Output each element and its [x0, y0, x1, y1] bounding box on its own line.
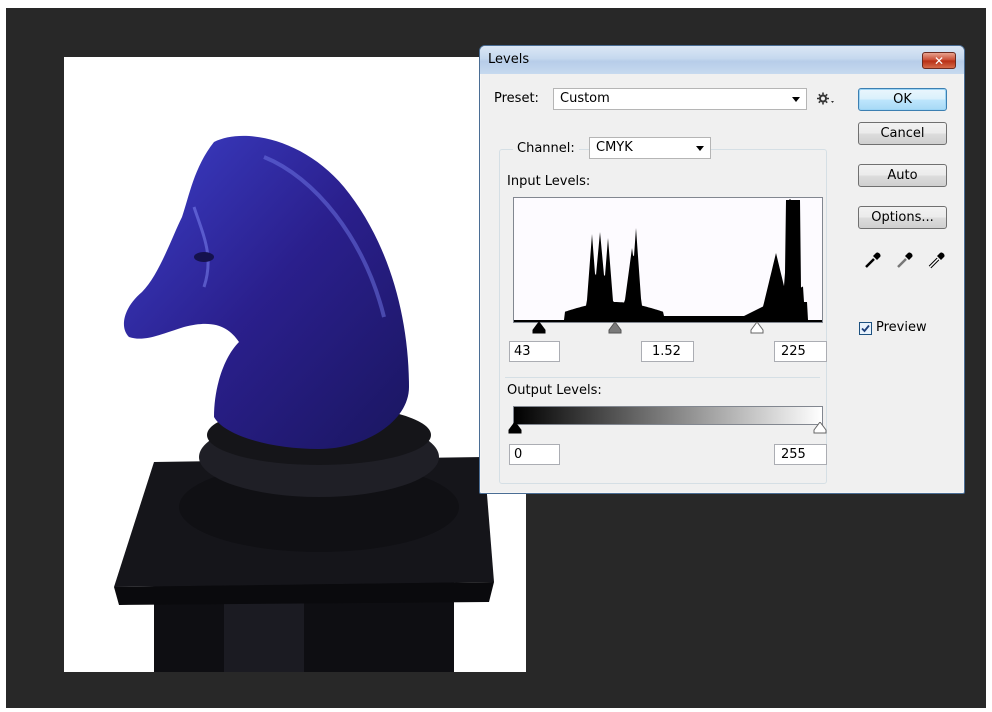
input-white-field[interactable]: 225	[774, 341, 827, 362]
output-black-value: 0	[514, 447, 523, 462]
checkmark-icon	[861, 324, 870, 333]
input-levels-label: Input Levels:	[507, 174, 591, 189]
input-black-slider[interactable]	[532, 322, 546, 334]
dropdown-arrow-icon	[792, 97, 800, 102]
dialog-body: Preset: Custom OK Cancel Auto Options...	[487, 75, 957, 486]
group-separator	[505, 377, 820, 378]
black-eyedropper-icon[interactable]	[863, 250, 883, 270]
auto-button[interactable]: Auto	[858, 164, 947, 187]
levels-dialog: Levels ✕ Preset: Custom OK Cancel Auto O…	[479, 45, 965, 494]
cancel-button[interactable]: Cancel	[858, 122, 947, 145]
close-button[interactable]: ✕	[922, 52, 956, 69]
knight-sculpture-photo	[114, 135, 494, 672]
output-levels-label: Output Levels:	[507, 383, 602, 398]
white-eyedropper-icon[interactable]	[927, 250, 947, 270]
input-gamma-field[interactable]: 1.52	[641, 341, 694, 362]
document-image[interactable]	[64, 57, 526, 672]
input-gamma-slider[interactable]	[608, 322, 622, 334]
output-black-field[interactable]: 0	[509, 444, 560, 465]
input-gamma-value: 1.52	[652, 344, 681, 359]
dialog-title: Levels	[488, 52, 530, 67]
title-bar[interactable]: Levels ✕	[480, 46, 964, 74]
preview-checkbox[interactable]	[859, 322, 872, 335]
histogram	[513, 197, 823, 323]
preset-value: Custom	[560, 91, 610, 106]
options-button[interactable]: Options...	[858, 206, 947, 229]
close-icon: ✕	[933, 54, 945, 68]
output-white-field[interactable]: 255	[774, 444, 827, 465]
channel-select[interactable]: CMYK	[589, 137, 711, 159]
histogram-graph	[514, 198, 822, 322]
preview-label: Preview	[876, 320, 927, 335]
preset-select[interactable]: Custom	[553, 88, 807, 110]
output-white-slider[interactable]	[813, 422, 827, 434]
input-black-value: 43	[514, 344, 531, 359]
dropdown-arrow-icon	[696, 146, 704, 151]
preset-options-gear-icon[interactable]	[817, 92, 835, 105]
input-white-value: 225	[781, 344, 806, 359]
output-white-value: 255	[781, 447, 806, 462]
ok-button[interactable]: OK	[858, 88, 947, 111]
input-white-slider[interactable]	[750, 322, 764, 334]
output-black-slider[interactable]	[508, 422, 522, 434]
output-gradient-ramp	[513, 406, 823, 425]
preset-label: Preset:	[494, 91, 539, 106]
channel-value: CMYK	[596, 140, 633, 155]
gray-eyedropper-icon[interactable]	[895, 250, 915, 270]
input-black-field[interactable]: 43	[509, 341, 560, 362]
channel-label: Channel:	[513, 141, 579, 156]
